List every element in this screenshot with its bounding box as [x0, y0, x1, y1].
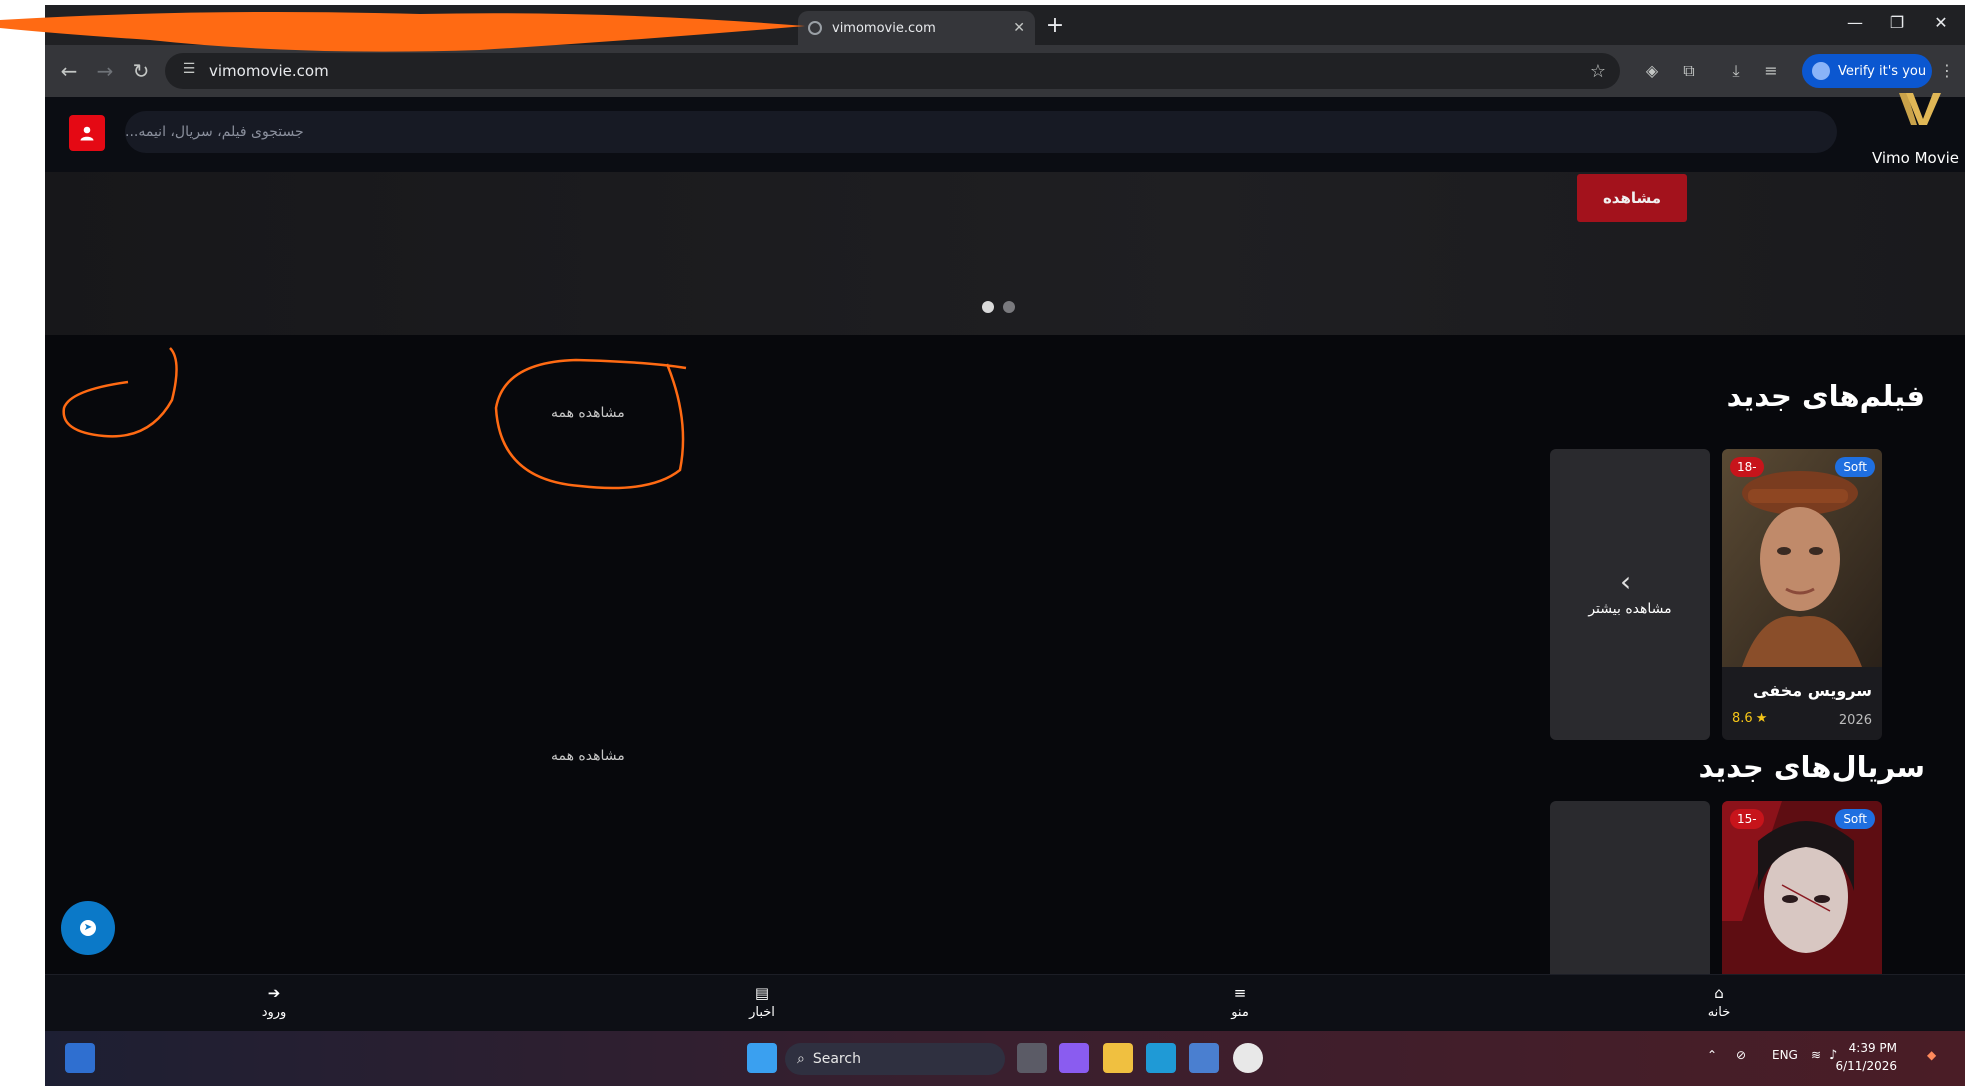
close-tab-icon[interactable]: ✕: [1013, 20, 1025, 36]
see-all-movies-link[interactable]: مشاهده همه: [551, 405, 625, 421]
notification-bell-icon[interactable]: ◆: [1927, 1048, 1936, 1062]
restore-icon[interactable]: ❐: [1877, 13, 1917, 32]
browser-toolbar: ← → ↻ ☰ vimomovie.com ☆ ◈ ⧉ ⤓ ≡ Verify i…: [45, 45, 1965, 97]
see-more-label: مشاهده بیشتر: [1588, 601, 1672, 617]
tab-title: vimomovie.com: [832, 20, 936, 36]
address-text: vimomovie.com: [209, 62, 329, 80]
minimize-icon[interactable]: —: [1835, 13, 1875, 32]
see-all-series-link[interactable]: مشاهده همه: [551, 748, 625, 764]
movie-rating: 8.6 ★: [1732, 711, 1767, 726]
taskbar-search-label: Search: [812, 1051, 861, 1067]
see-more-card-series[interactable]: [1550, 801, 1710, 974]
tray-overflow-icon[interactable]: ⌃: [1707, 1048, 1717, 1062]
address-bar[interactable]: ☰ vimomovie.com ☆: [165, 53, 1620, 89]
search-icon: ⌕: [797, 1051, 805, 1067]
nav-login-label: ورود: [261, 1005, 287, 1020]
slider-dot-2[interactable]: [1003, 301, 1015, 313]
nav-home[interactable]: ⌂ خانه: [1679, 983, 1759, 1020]
reload-icon[interactable]: ↻: [127, 57, 155, 85]
movie-card[interactable]: Soft 18- سرویس مخفی 2026 8.6 ★: [1722, 449, 1882, 740]
telegram-icon: ➤: [80, 920, 96, 936]
language-indicator[interactable]: ENG: [1772, 1048, 1798, 1062]
new-tab-button[interactable]: +: [1041, 13, 1069, 41]
verify-label: Verify it's you: [1838, 63, 1927, 79]
login-icon: ➔: [267, 984, 281, 1002]
bookmark-star-icon[interactable]: ☆: [1590, 61, 1606, 82]
series-poster: Soft 15-: [1722, 801, 1882, 974]
nav-news-label: اخبار: [749, 1005, 775, 1020]
user-icon: [80, 126, 94, 141]
movie-year: 2026: [1838, 713, 1872, 728]
age-rating-badge: 15-: [1730, 809, 1764, 829]
see-more-card[interactable]: ‹ مشاهده بیشتر: [1550, 449, 1710, 740]
wifi-icon[interactable]: ≋: [1811, 1048, 1821, 1062]
clock[interactable]: 4:39 PM 6/11/2026: [1827, 1039, 1897, 1075]
nav-news[interactable]: ▤ اخبار: [722, 983, 802, 1020]
site-logo[interactable]: Vimo Movie: [1855, 93, 1959, 172]
website: جستجوی فیلم، سریال، انیمه... Vimo Movie …: [45, 93, 1965, 1036]
tab-strip: vimomovie.com ✕ + — ❐ ✕: [45, 5, 1965, 45]
soft-badge: Soft: [1835, 809, 1875, 829]
nav-home-label: خانه: [1707, 1005, 1731, 1020]
taskbar-search[interactable]: ⌕ Search: [785, 1043, 1005, 1075]
bottom-nav: ➔ ورود ▤ اخبار ≡ منو ⌂ خانه: [45, 974, 1965, 1036]
task-view-icon[interactable]: [1017, 1043, 1047, 1073]
file-explorer-icon[interactable]: [1103, 1043, 1133, 1073]
back-icon[interactable]: ←: [55, 57, 83, 85]
more-menu-icon[interactable]: ⋮: [1935, 59, 1959, 83]
age-rating-badge: 18-: [1730, 457, 1764, 477]
chrome-icon[interactable]: [1233, 1043, 1263, 1073]
nav-menu[interactable]: ≡ منو: [1200, 983, 1280, 1020]
tab-vimomovie[interactable]: vimomovie.com ✕: [798, 11, 1035, 45]
network-off-icon[interactable]: ⊘: [1736, 1048, 1746, 1062]
news-icon: ▤: [754, 984, 770, 1002]
hero-slider: مشاهده: [45, 172, 1965, 335]
verify-button[interactable]: Verify it's you: [1802, 54, 1932, 88]
chevron-left-icon: ‹: [1620, 565, 1632, 598]
rating-value: 8.6: [1732, 711, 1753, 726]
globe-icon: [808, 21, 822, 35]
slider-dot-1[interactable]: [982, 301, 994, 313]
browser-window: vimomovie.com ✕ + — ❐ ✕ ← → ↻ ☰ vimomovi…: [45, 5, 1965, 1086]
clock-date: 6/11/2026: [1835, 1059, 1897, 1073]
star-icon: ★: [1755, 711, 1768, 726]
site-header: جستجوی فیلم، سریال، انیمه... Vimo Movie: [45, 93, 1965, 172]
series-card[interactable]: Soft 15-: [1722, 801, 1882, 974]
logo-mark-icon: [1899, 93, 1941, 125]
movie-poster: Soft 18-: [1722, 449, 1882, 667]
extension-icon[interactable]: ◈: [1640, 59, 1664, 83]
profile-icon: [1812, 62, 1830, 80]
start-icon[interactable]: [747, 1043, 777, 1073]
menu-icon: ≡: [1233, 984, 1247, 1002]
search-input[interactable]: جستجوی فیلم، سریال، انیمه...: [125, 111, 1837, 153]
search-placeholder: جستجوی فیلم، سریال، انیمه...: [125, 124, 304, 140]
nav-menu-label: منو: [1231, 1005, 1249, 1020]
forward-icon[interactable]: →: [91, 57, 119, 85]
store-icon[interactable]: [1189, 1043, 1219, 1073]
user-button[interactable]: [69, 115, 105, 151]
close-window-icon[interactable]: ✕: [1921, 13, 1961, 32]
section-title-series: سریال‌های جدید: [1698, 750, 1925, 784]
soft-badge: Soft: [1835, 457, 1875, 477]
widgets-icon[interactable]: [65, 1043, 95, 1073]
telegram-button[interactable]: ➤: [61, 901, 115, 955]
media-queue-icon[interactable]: ≡: [1759, 59, 1783, 83]
puzzle-icon[interactable]: ⧉: [1677, 59, 1701, 83]
slider-dots: [982, 301, 1015, 313]
movie-title: سرویس مخفی: [1753, 681, 1872, 700]
clock-time: 4:39 PM: [1848, 1041, 1897, 1055]
home-icon: ⌂: [1714, 984, 1724, 1002]
site-info-icon[interactable]: ☰: [179, 61, 199, 81]
section-title-movies: فیلم‌های جدید: [1726, 379, 1925, 413]
brand-name: Vimo Movie: [1871, 149, 1959, 167]
copilot-icon[interactable]: [1059, 1043, 1089, 1073]
hero-watch-button[interactable]: مشاهده: [1577, 174, 1687, 222]
poster-image: [1722, 449, 1882, 667]
download-icon[interactable]: ⤓: [1724, 59, 1748, 83]
windows-taskbar: ⌕ Search ⌃ ⊘ ENG ≋ ♪ 4:39 PM 6/11/2026 ◆: [45, 1031, 1965, 1086]
edge-icon[interactable]: [1146, 1043, 1176, 1073]
nav-login[interactable]: ➔ ورود: [234, 983, 314, 1020]
